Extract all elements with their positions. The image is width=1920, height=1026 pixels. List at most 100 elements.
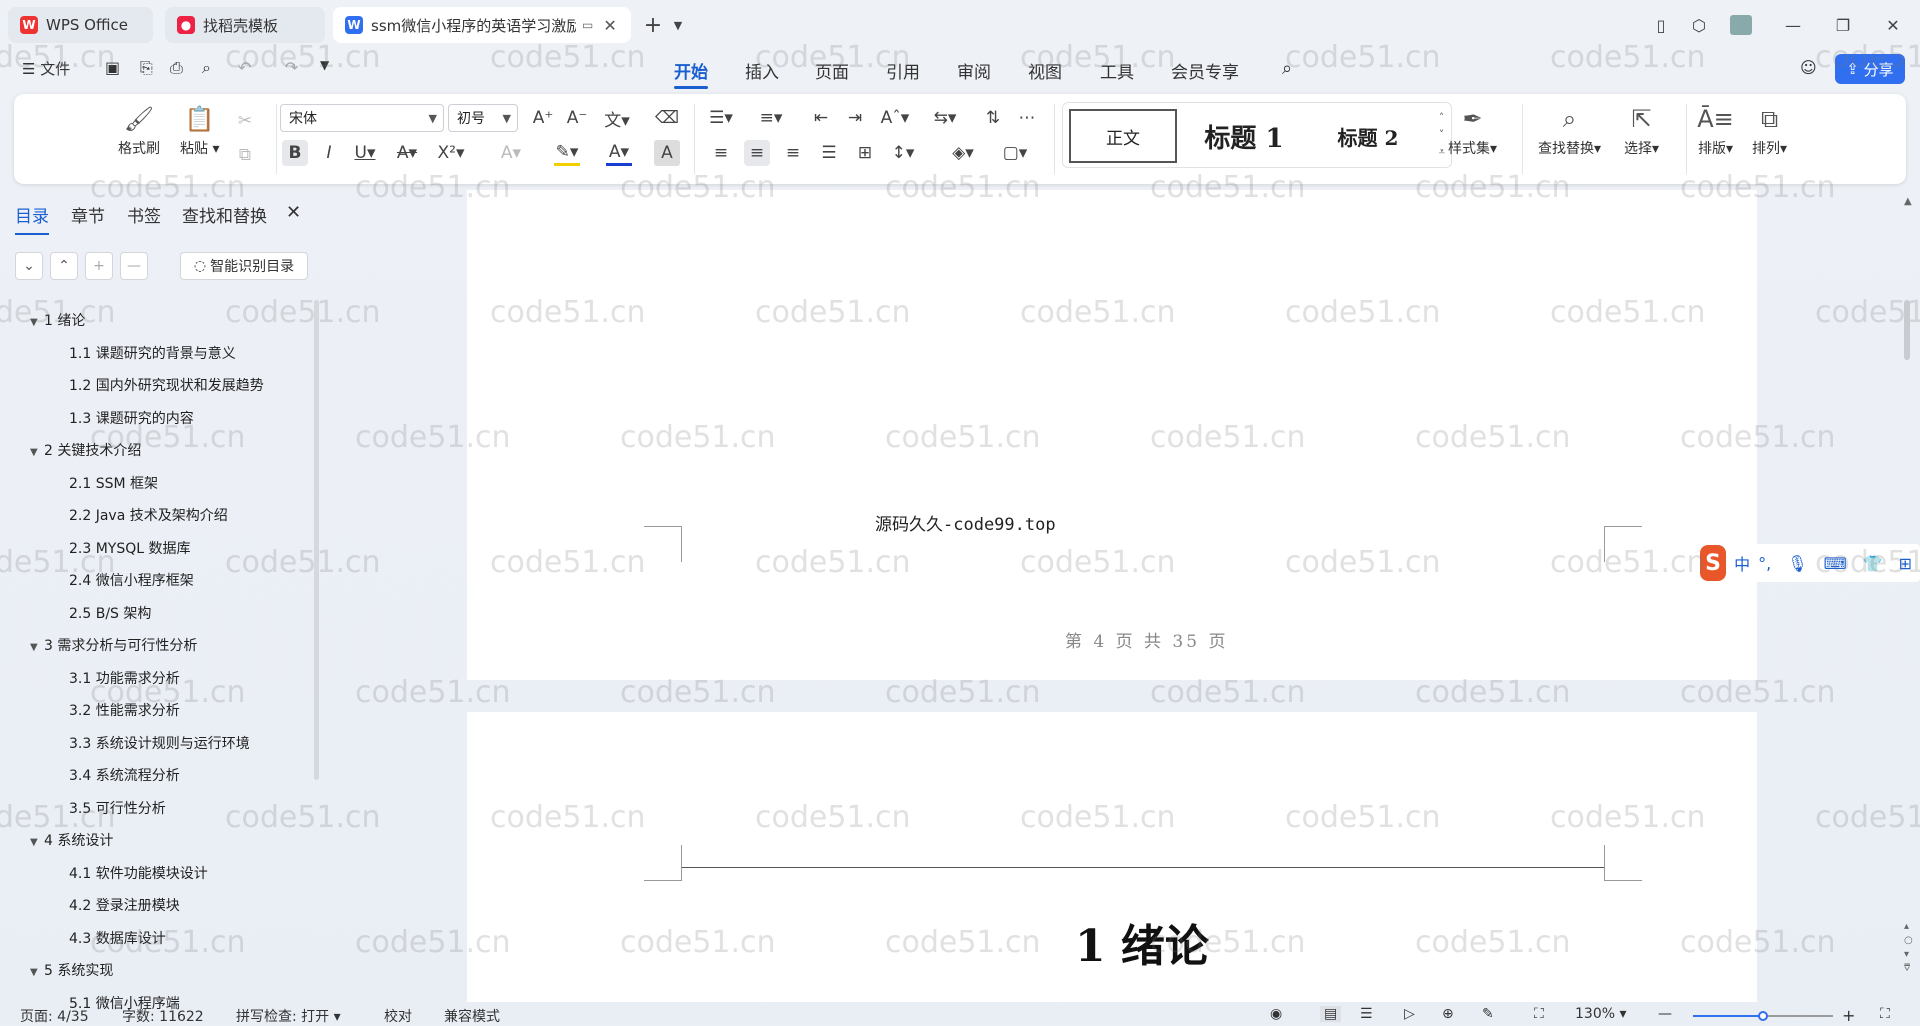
font-color-icon[interactable]: A▾ [606,140,632,166]
panel-tab-bookmarks[interactable]: 书签 [127,202,161,227]
cube-icon[interactable]: ⬡ [1686,12,1712,38]
close-window-icon[interactable]: ✕ [1880,12,1906,38]
highlight-icon[interactable]: ✎▾ [554,140,580,166]
toc-item[interactable]: 3.2 性能需求分析 [69,700,180,720]
style-normal[interactable]: 正文 [1069,109,1177,163]
toc-item[interactable]: ▼ 5 系统实现 [30,960,113,980]
increase-indent-icon[interactable]: ⇥ [842,105,868,131]
panel-tab-sections[interactable]: 章节 [71,202,105,227]
panel-scrollbar[interactable] [314,300,319,780]
ime-language[interactable]: 中 [1734,551,1750,575]
toc-item[interactable]: 2.4 微信小程序框架 [69,570,194,590]
expand-triangle-icon[interactable]: ▼ [30,837,44,848]
clear-format-icon[interactable]: ⌫ [654,105,680,131]
convert-icon[interactable]: ⇆▾ [932,105,958,131]
tab-review[interactable]: 审阅 [957,58,991,83]
pen-icon[interactable]: ✎ [1482,1006,1494,1022]
fit-page-icon[interactable]: ⛶ [1534,1006,1544,1022]
more-chevron-icon[interactable]: ▼ [320,58,329,72]
copy-icon[interactable]: ⧉ [232,142,258,168]
expand-triangle-icon[interactable]: ▼ [30,447,44,458]
toc-item[interactable]: 3.4 系统流程分析 [69,765,180,785]
chapter-heading[interactable]: 1 绪论 [1075,910,1209,974]
web-view-icon[interactable]: ⊕ [1442,1006,1454,1022]
restore-icon[interactable]: ❐ [1830,12,1856,38]
tab-tools[interactable]: 工具 [1100,58,1134,83]
save-icon[interactable]: ▣ [105,58,120,77]
paste-button[interactable]: 📋 粘贴 ▾ [180,104,219,158]
phonetic-icon[interactable]: 文▾ [604,105,630,131]
toc-item[interactable]: 2.3 MYSQL 数据库 [69,538,191,558]
toc-item[interactable]: 1.2 国内外研究现状和发展趋势 [69,375,264,395]
tab-member[interactable]: 会员专享 [1171,58,1239,83]
line-spacing-icon[interactable]: ↕▾ [890,140,916,166]
smart-toc-button[interactable]: ◌ 智能识别目录 [180,252,308,280]
minimize-icon[interactable]: — [1780,12,1806,38]
search-icon[interactable]: ⌕ [1282,58,1292,79]
redo-icon[interactable]: ↷ [285,58,298,77]
toc-item[interactable]: ▼ 4 系统设计 [30,830,113,850]
ime-punct[interactable]: °, [1758,554,1771,573]
bullet-list-icon[interactable]: ☰▾ [708,105,734,131]
text-effect-icon[interactable]: A▾ [498,140,524,166]
distribute-icon[interactable]: ⊞ [852,140,878,166]
border-icon[interactable]: ▢▾ [1002,140,1028,166]
select-button[interactable]: ⇱ 选择▾ [1624,104,1659,158]
eye-icon[interactable]: ◉ [1270,1006,1282,1022]
grid-icon[interactable]: ⊞ [1899,554,1912,573]
tab-current-document[interactable]: W ssm微信小程序的英语学习激励 ▭ ✕ [333,7,631,43]
tab-home[interactable]: 开始 [674,58,708,89]
cut-icon[interactable]: ✂ [232,108,258,134]
toc-item[interactable]: 3.5 可行性分析 [69,798,166,818]
tab-docer-template[interactable]: ● 找稻壳模板 [165,7,325,43]
page-view-icon[interactable]: ▤ [1320,1006,1342,1022]
chat-icon[interactable]: ☺ [1800,58,1817,77]
shrink-font-icon[interactable]: A⁻ [564,105,590,131]
tab-page[interactable]: 页面 [815,58,849,83]
italic-icon[interactable]: I [316,140,342,166]
play-icon[interactable]: ▷ [1404,1006,1415,1022]
underline-icon[interactable]: U▾ [352,140,378,166]
close-tab-icon[interactable]: ✕ [603,16,616,35]
find-replace-button[interactable]: ⌕ 查找替换▾ [1538,104,1601,158]
font-name-select[interactable]: 宋体 ▼ [280,104,444,132]
strikethrough-icon[interactable]: A▾ [394,140,420,166]
toc-item[interactable]: 2.2 Java 技术及架构介绍 [69,505,228,525]
proofread[interactable]: 校对 [384,1006,412,1026]
document-scrollbar[interactable] [1904,300,1910,360]
superscript-icon[interactable]: X²▾ [438,140,465,166]
print-preview-icon[interactable]: ⌕ [202,58,211,78]
expand-triangle-icon[interactable]: ▼ [30,967,44,978]
toc-item[interactable]: ▼ 2 关键技术介绍 [30,440,141,460]
toc-item[interactable]: 4.3 数据库设计 [69,928,166,948]
style-set-button[interactable]: ✒ 样式集▾ [1448,104,1497,158]
font-size-select[interactable]: 初号 ▼ [448,104,518,132]
panel-tab-find-replace[interactable]: 查找和替换 [182,202,267,227]
page-count[interactable]: 页面: 4/35 [20,1006,89,1026]
toc-item[interactable]: 4.2 登录注册模块 [69,895,180,915]
export-icon[interactable]: ⎘ [140,58,153,78]
toc-item[interactable]: 1.1 课题研究的背景与意义 [69,343,236,363]
toc-item[interactable]: 2.1 SSM 框架 [69,473,158,493]
format-painter-button[interactable]: 🖌 格式刷 [118,104,160,158]
add-heading-icon[interactable]: + [85,252,113,280]
style-scroll-icon[interactable]: ˄ ˅ ⩡ [1439,109,1445,160]
expand-triangle-icon[interactable]: ▼ [30,642,44,653]
bold-icon[interactable]: B [282,140,308,166]
outline-view-icon[interactable]: ☰ [1360,1006,1373,1022]
align-left-icon[interactable]: ≡ [708,140,734,166]
arrange-button[interactable]: ⧉ 排列▾ [1752,104,1787,158]
char-shading-icon[interactable]: A [654,140,680,166]
avatar[interactable] [1730,15,1752,35]
numbered-list-icon[interactable]: ≡▾ [758,105,784,131]
sort-icon[interactable]: ⇅ [980,105,1006,131]
style-heading-2[interactable]: 标题 2 [1313,109,1423,163]
toc-item[interactable]: 3.1 功能需求分析 [69,668,180,688]
zoom-slider-handle[interactable] [1758,1011,1768,1021]
undo-icon[interactable]: ↶ [238,58,251,77]
fullscreen-icon[interactable]: ⛶ [1880,1006,1890,1022]
word-count[interactable]: 字数: 11622 [122,1006,204,1026]
layout-icon[interactable]: ▯ [1648,12,1674,38]
microphone-icon[interactable]: 🎙 [1787,554,1807,573]
tab-wps-office[interactable]: W WPS Office [8,7,153,43]
